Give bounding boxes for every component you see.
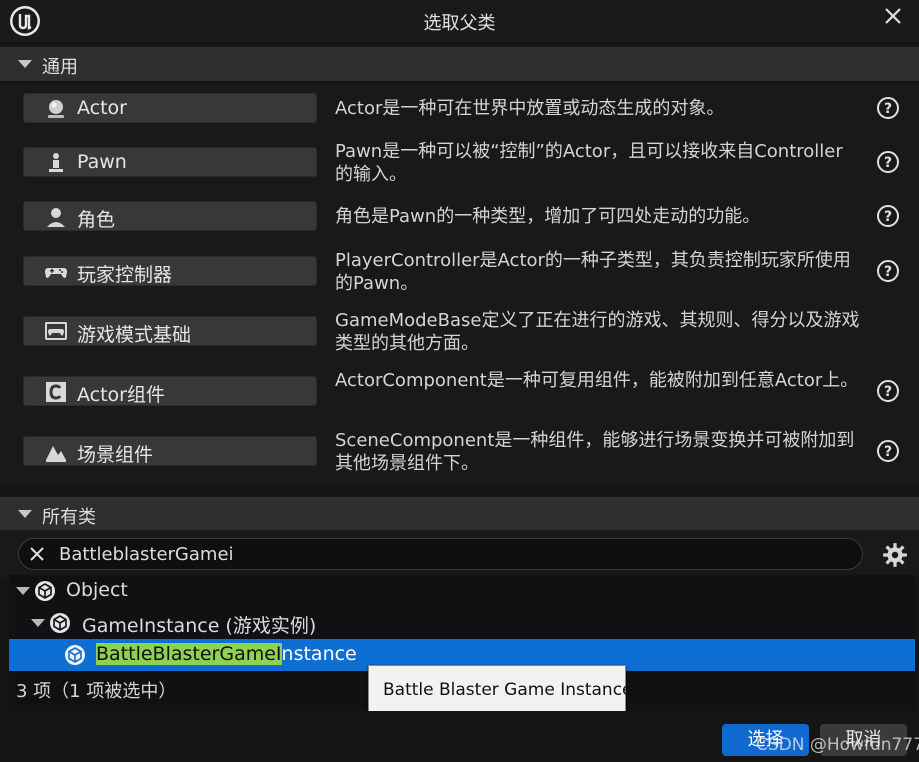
tree-item-label: Object (66, 579, 128, 601)
all-classes-section-header[interactable]: 所有类 (0, 497, 919, 531)
class-button-scene-component[interactable]: 场景组件 (23, 436, 317, 466)
class-cube-icon (35, 581, 55, 601)
svg-text:?: ? (884, 209, 892, 225)
watermark: CSDN @Howfun777 (756, 735, 919, 755)
pawn-figure-icon (49, 153, 63, 172)
class-description: SceneComponent是一种组件，能够进行场景变换并可被附加到其他场景组件… (335, 430, 855, 474)
help-icon[interactable]: ? (876, 379, 900, 403)
class-button-actor-component[interactable]: Actor组件 (23, 376, 317, 406)
class-button-label: Actor (77, 97, 127, 119)
help-icon[interactable]: ? (876, 439, 900, 463)
common-section-header[interactable]: 通用 (0, 47, 919, 81)
class-button-label: 场景组件 (77, 444, 154, 466)
all-classes-section-label: 所有类 (42, 507, 96, 528)
item-count-status: 3 项（1 项被选中） (16, 681, 177, 702)
class-button-label: 角色 (77, 209, 116, 231)
svg-text:?: ? (884, 101, 892, 117)
search-match-highlight: BattleBlasterGameI (96, 643, 282, 665)
class-cube-icon (50, 613, 70, 633)
close-icon (885, 8, 901, 24)
collapse-triangle-icon (18, 60, 32, 68)
svg-text:?: ? (884, 444, 892, 460)
gamepad-icon (45, 268, 67, 278)
component-c-icon (46, 382, 66, 402)
tree-item-label: BattleBlasterGameInstance (96, 643, 357, 665)
help-icon[interactable]: ? (876, 96, 900, 120)
tree-item-game-instance[interactable]: GameInstance (游戏实例) (9, 607, 915, 639)
class-button-label: 游戏模式基础 (77, 324, 192, 346)
gear-icon[interactable] (882, 542, 908, 568)
expand-triangle-icon[interactable] (16, 587, 30, 595)
class-button-game-mode-base[interactable]: 游戏模式基础 (23, 316, 317, 346)
class-button-actor[interactable]: Actor (23, 93, 317, 123)
tree-item-object[interactable]: Object (9, 575, 915, 607)
dialog-footer: 选择 取消 CSDN @Howfun777 (0, 711, 919, 762)
game-mode-icon (45, 322, 67, 340)
class-cube-icon (65, 645, 85, 665)
search-input[interactable] (59, 542, 819, 566)
tooltip-text: Battle Blaster Game Instance (383, 680, 633, 700)
dialog-title: 选取父类 (423, 13, 496, 34)
tree-item-label: GameInstance (游戏实例) (82, 615, 317, 637)
common-section-label: 通用 (42, 57, 78, 78)
tree-item-label-rest: nstance (281, 643, 357, 665)
class-button-player-controller[interactable]: 玩家控制器 (23, 256, 317, 286)
class-description: Actor是一种可在世界中放置或动态生成的对象。 (335, 98, 725, 119)
search-box (18, 538, 863, 570)
title-bar: 选取父类 (0, 0, 919, 42)
common-classes-panel: Actor Actor是一种可在世界中放置或动态生成的对象。 ? Pawn Pa… (0, 84, 919, 486)
class-description: Pawn是一种可以被“控制”的Actor，且可以接收来自Controller的输… (335, 141, 843, 185)
expand-triangle-icon[interactable] (31, 619, 45, 627)
svg-text:?: ? (884, 384, 892, 400)
character-bust-icon (47, 208, 65, 227)
scene-component-icon (46, 446, 66, 462)
class-description: GameModeBase定义了正在进行的游戏、其规则、得分以及游戏类型的其他方面… (335, 310, 860, 354)
search-area (0, 530, 919, 578)
class-description: ActorComponent是一种可复用组件，能被附加到任意Actor上。 (335, 370, 859, 391)
class-button-label: Actor组件 (77, 384, 165, 406)
class-description: PlayerController是Actor的一种子类型，其负责控制玩家所使用的… (335, 250, 851, 294)
close-button[interactable] (880, 3, 906, 29)
help-icon[interactable]: ? (876, 150, 900, 174)
help-icon[interactable]: ? (876, 259, 900, 283)
tooltip: Battle Blaster Game Instance (368, 665, 633, 715)
class-button-character[interactable]: 角色 (23, 201, 317, 231)
class-button-label: Pawn (77, 151, 127, 173)
clear-search-icon[interactable] (27, 544, 47, 564)
svg-text:?: ? (884, 264, 892, 280)
svg-text:?: ? (884, 155, 892, 171)
class-button-label: 玩家控制器 (77, 264, 173, 286)
actor-sphere-icon (48, 100, 64, 118)
help-icon[interactable]: ? (876, 204, 900, 228)
class-button-pawn[interactable]: Pawn (23, 147, 317, 177)
class-description: 角色是Pawn的一种类型，增加了可四处走动的功能。 (335, 206, 761, 227)
collapse-triangle-icon (18, 510, 32, 518)
